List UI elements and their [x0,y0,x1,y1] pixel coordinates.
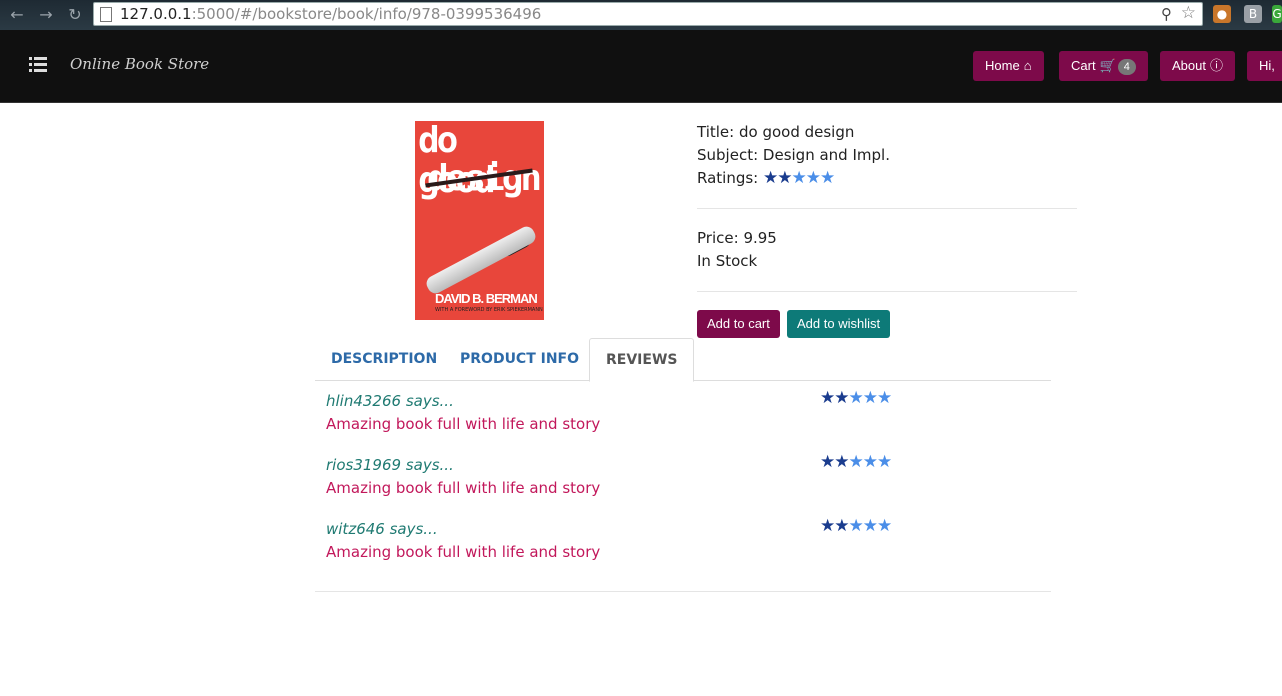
extension-icon[interactable]: ● [1213,5,1231,23]
address-bar[interactable]: 127.0.0.1:5000/#/bookstore/book/info/978… [93,2,1203,26]
cart-count-badge: 4 [1117,58,1136,75]
back-icon[interactable]: ← [6,4,28,26]
ratings-label: Ratings: [697,169,759,187]
cart-button[interactable]: Cart 🛒 4 [1059,51,1148,81]
book-price: 9.95 [743,229,777,247]
cart-icon: 🛒 [1099,58,1116,73]
star-icon: ★ [862,452,878,472]
review-text: Amazing book full with life and story [326,415,601,433]
title-label: Title: [697,123,735,141]
page-icon [100,7,112,22]
title-row: Title: do good design [697,121,1077,144]
divider [697,291,1077,292]
star-icon: ★ [820,452,835,472]
top-navbar: Online Book Store Home ⌂ Cart 🛒 4 About ⓘ Hi… [0,30,1282,103]
divider [697,208,1077,209]
brand-title[interactable]: Online Book Store [70,55,209,73]
star-icon: ★ [791,168,807,188]
tab-description[interactable]: DESCRIPTION [315,338,453,381]
cover-marker [423,223,539,297]
star-icon: ★ [862,516,878,536]
star-icon: ★ [834,388,849,408]
reload-icon[interactable]: ↻ [64,4,86,26]
review-rating-stars: ★★★★★ [820,516,892,536]
url-host: 127.0.0.1 [120,5,192,23]
price-label: Price: [697,229,739,247]
star-icon: ★ [848,388,864,408]
about-label: About [1172,58,1206,73]
home-icon: ⌂ [1023,58,1032,73]
cart-label: Cart [1071,58,1096,73]
extension-b-icon[interactable]: B [1244,5,1262,23]
book-details: Title: do good design Subject: Design an… [697,121,1077,190]
subject-label: Subject: [697,146,759,164]
about-button[interactable]: About ⓘ [1160,51,1235,81]
extension-g-icon[interactable]: G [1272,5,1282,23]
home-label: Home [985,58,1020,73]
star-icon: ★ [763,168,778,188]
add-to-wishlist-button[interactable]: Add to wishlist [787,310,891,338]
review-user: witz646 says... [326,520,438,538]
ratings-row: Ratings: ★★★★★ [697,167,1077,190]
book-rating-stars: ★★★★★ [763,168,835,188]
url-path: :5000/#/bookstore/book/info/978-03995364… [191,5,542,23]
divider [315,591,1051,592]
browser-toolbar: ← → ↻ 127.0.0.1:5000/#/bookstore/book/in… [0,0,1282,30]
cover-author: DAVID B. BERMAN [435,291,538,306]
bookmark-star-icon[interactable]: ☆ [1181,3,1196,23]
star-icon: ★ [834,452,849,472]
price-block: Price: 9.95 In Stock [697,227,1077,273]
star-icon: ★ [777,168,792,188]
star-icon: ★ [820,168,835,188]
review-user: rios31969 says... [326,456,454,474]
review-rating-stars: ★★★★★ [820,452,892,472]
zoom-icon[interactable]: ⚲ [1161,5,1172,23]
user-menu-button[interactable]: Hi, [1247,51,1282,81]
url-text[interactable]: 127.0.0.1:5000/#/bookstore/book/info/978… [120,5,541,23]
star-icon: ★ [848,516,864,536]
stock-status: In Stock [697,252,758,270]
star-icon: ★ [848,452,864,472]
star-icon: ★ [805,168,821,188]
price-row: Price: 9.95 [697,227,1077,250]
star-icon: ★ [820,388,835,408]
review-text: Amazing book full with life and story [326,543,601,561]
star-icon: ★ [877,388,892,408]
product-tabs: DESCRIPTION PRODUCT INFO REVIEWS [315,338,1051,382]
tab-reviews[interactable]: REVIEWS [589,338,695,382]
user-greeting: Hi, [1259,58,1275,73]
review-item: witz646 says... Amazing book full with l… [326,518,906,564]
subject-row: Subject: Design and Impl. [697,144,1077,167]
review-user: hlin43266 says... [326,392,454,410]
star-icon: ★ [820,516,835,536]
star-icon: ★ [877,452,892,472]
star-icon: ★ [834,516,849,536]
star-icon: ★ [862,388,878,408]
review-rating-stars: ★★★★★ [820,388,892,408]
book-subject: Design and Impl. [762,146,890,164]
menu-list-icon[interactable] [29,57,47,73]
add-to-cart-button[interactable]: Add to cart [697,310,780,338]
book-title: do good design [738,123,855,141]
home-button[interactable]: Home ⌂ [973,51,1044,81]
review-item: rios31969 says... Amazing book full with… [326,454,906,500]
info-icon: ⓘ [1209,58,1223,73]
cover-foreword: WITH A FOREWORD BY ERIK SPIEKERMANN [435,307,543,313]
forward-icon[interactable]: → [35,4,57,26]
star-icon: ★ [877,516,892,536]
book-cover-image: do good design DAVID B. BERMAN WITH A FO… [415,121,544,320]
review-item: hlin43266 says... Amazing book full with… [326,390,906,436]
tab-product-info[interactable]: PRODUCT INFO [444,338,595,381]
review-text: Amazing book full with life and story [326,479,601,497]
